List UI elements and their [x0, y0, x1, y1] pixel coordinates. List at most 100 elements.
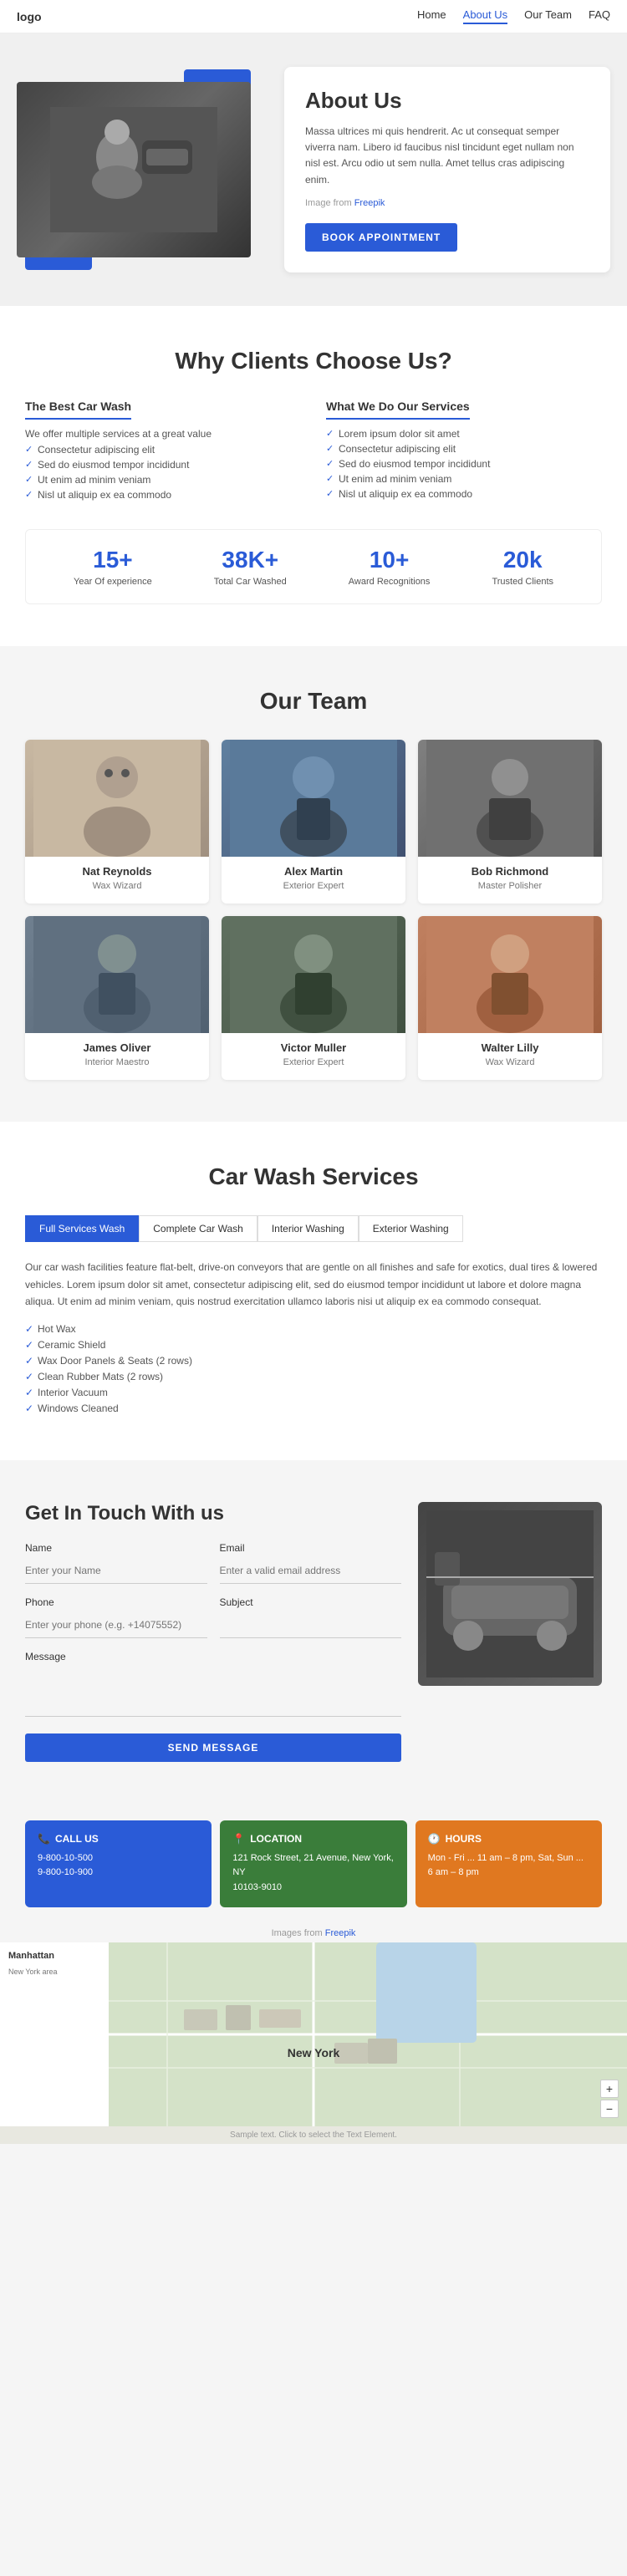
why-col1-item-1: Sed do eiusmod tempor incididunt	[25, 459, 301, 471]
info-card-hours: 🕐 HOURS Mon - Fri ... 11 am – 8 pm, Sat,…	[415, 1820, 602, 1908]
team-role-nat: Wax Wizard	[25, 881, 209, 891]
stat-awards-number: 10+	[349, 547, 431, 573]
phone-input[interactable]	[25, 1612, 207, 1638]
contact-image	[418, 1502, 602, 1762]
map-zoom-out[interactable]: −	[600, 2100, 619, 2118]
why-col2-item-3: Ut enim ad minim veniam	[326, 473, 602, 485]
stat-awards: 10+ Award Recognitions	[349, 547, 431, 587]
form-row-phone-subject: Phone Subject	[25, 1596, 401, 1638]
subject-input[interactable]	[220, 1612, 402, 1638]
nav-faq[interactable]: FAQ	[589, 8, 610, 24]
service-feature-4: Interior Vacuum	[25, 1387, 602, 1398]
map-controls: + −	[600, 2080, 619, 2118]
nav-links: Home About Us Our Team FAQ	[417, 8, 610, 24]
message-input[interactable]	[25, 1667, 401, 1717]
hero-img-credit: Image from Freepik	[305, 196, 589, 211]
nav-team[interactable]: Our Team	[524, 8, 572, 24]
team-card-james: James Oliver Interior Maestro	[25, 916, 209, 1080]
info-card-location: 📍 LOCATION 121 Rock Street, 21 Avenue, N…	[220, 1820, 406, 1908]
logo: logo	[17, 10, 42, 23]
map-placeholder: Manhattan New York area New York + −	[0, 1942, 627, 2126]
team-role-victor: Exterior Expert	[222, 1057, 405, 1067]
team-photo-victor	[222, 916, 405, 1033]
services-tabs: Full Services Wash Complete Car Wash Int…	[25, 1215, 602, 1242]
team-photo-walter	[418, 916, 602, 1033]
info-card-call-line1: 9-800-10-900	[38, 1866, 199, 1881]
services-section-title: Car Wash Services	[25, 1163, 602, 1190]
why-col1-item-2: Ut enim ad minim veniam	[25, 474, 301, 486]
nav-about[interactable]: About Us	[463, 8, 507, 24]
send-message-button[interactable]: SEND MESSAGE	[25, 1733, 401, 1762]
why-col2-item-0: Lorem ipsum dolor sit amet	[326, 428, 602, 440]
name-input[interactable]	[25, 1558, 207, 1584]
team-role-bob: Master Polisher	[418, 881, 602, 891]
service-feature-5: Windows Cleaned	[25, 1403, 602, 1414]
why-col1-item-3: Nisl ut aliquip ex ea commodo	[25, 489, 301, 501]
team-name-bob: Bob Richmond	[418, 865, 602, 878]
form-group-subject: Subject	[220, 1596, 402, 1638]
service-feature-2: Wax Door Panels & Seats (2 rows)	[25, 1355, 602, 1367]
info-card-hours-line1: 6 am – 8 pm	[428, 1866, 589, 1881]
why-col-1: The Best Car Wash We offer multiple serv…	[25, 400, 301, 504]
why-grid: The Best Car Wash We offer multiple serv…	[25, 400, 602, 504]
info-card-call-line0: 9-800-10-500	[38, 1851, 199, 1866]
info-card-location-line0: 121 Rock Street, 21 Avenue, New York, NY	[232, 1851, 394, 1881]
map-zoom-in[interactable]: +	[600, 2080, 619, 2098]
hero-image-wrapper	[17, 82, 268, 257]
stat-clients: 20k Trusted Clients	[492, 547, 553, 587]
info-card-hours-line0: Mon - Fri ... 11 am – 8 pm, Sat, Sun ...	[428, 1851, 589, 1866]
hero-image	[17, 82, 251, 257]
freepik-link-2[interactable]: Freepik	[325, 1928, 356, 1938]
map-section: Manhattan New York area New York + −	[0, 1942, 627, 2126]
map-sidebar-desc: New York area	[8, 1968, 100, 1976]
tab-interior-washing[interactable]: Interior Washing	[257, 1215, 359, 1242]
contact-form: Get In Touch With us Name Email Phone Su…	[25, 1502, 401, 1762]
map-city-label: New York	[288, 2046, 340, 2059]
services-content: Our car wash facilities feature flat-bel…	[25, 1259, 602, 1413]
stat-experience-number: 15+	[74, 547, 152, 573]
contact-img-svg	[426, 1510, 594, 1677]
hero-content: About Us Massa ultrices mi quis hendreri…	[284, 67, 610, 272]
subject-label: Subject	[220, 1596, 402, 1608]
form-group-email: Email	[220, 1542, 402, 1584]
info-card-call: 📞 CALL US 9-800-10-500 9-800-10-900	[25, 1820, 212, 1908]
contact-title: Get In Touch With us	[25, 1502, 401, 1525]
phone-label: Phone	[25, 1596, 207, 1608]
stat-experience-label: Year Of experience	[74, 577, 152, 587]
contact-section: Get In Touch With us Name Email Phone Su…	[0, 1460, 627, 1804]
info-cards: 📞 CALL US 9-800-10-500 9-800-10-900 📍 LO…	[0, 1804, 627, 1925]
tab-full-services[interactable]: Full Services Wash	[25, 1215, 139, 1242]
stat-experience: 15+ Year Of experience	[74, 547, 152, 587]
team-photo-james	[25, 916, 209, 1033]
name-label: Name	[25, 1542, 207, 1554]
team-card-walter: Walter Lilly Wax Wizard	[418, 916, 602, 1080]
services-description: Our car wash facilities feature flat-bel…	[25, 1259, 602, 1310]
stat-awards-label: Award Recognitions	[349, 577, 431, 587]
stat-washed-label: Total Car Washed	[214, 577, 287, 587]
team-section: Our Team Nat Reynolds Wax Wizard	[0, 646, 627, 1122]
why-col2-item-4: Nisl ut aliquip ex ea commodo	[326, 488, 602, 500]
clock-icon: 🕐	[428, 1833, 441, 1845]
map-sidebar-title: Manhattan	[8, 1951, 100, 1961]
email-input[interactable]	[220, 1558, 402, 1584]
stat-washed-number: 38K+	[214, 547, 287, 573]
team-grid: Nat Reynolds Wax Wizard Alex Martin Exte…	[25, 740, 602, 1080]
why-col1-intro: We offer multiple services at a great va…	[25, 428, 301, 440]
walter-photo-svg	[418, 916, 602, 1033]
nat-photo-svg	[25, 740, 209, 857]
team-photo-alex	[222, 740, 405, 857]
book-appointment-button[interactable]: BOOK APPOINTMENT	[305, 223, 457, 252]
freepik-link[interactable]: Freepik	[354, 198, 385, 208]
team-name-alex: Alex Martin	[222, 865, 405, 878]
why-col-2: What We Do Our Services Lorem ipsum dolo…	[326, 400, 602, 504]
tab-complete-wash[interactable]: Complete Car Wash	[139, 1215, 257, 1242]
navbar: logo Home About Us Our Team FAQ	[0, 0, 627, 33]
james-photo-svg	[25, 916, 209, 1033]
nav-home[interactable]: Home	[417, 8, 446, 24]
alex-photo-svg	[222, 740, 405, 857]
team-photo-nat	[25, 740, 209, 857]
bob-photo-svg	[418, 740, 602, 857]
services-section: Car Wash Services Full Services Wash Com…	[0, 1122, 627, 1459]
tab-exterior-washing[interactable]: Exterior Washing	[359, 1215, 463, 1242]
footer-note: Sample text. Click to select the Text El…	[0, 2126, 627, 2144]
